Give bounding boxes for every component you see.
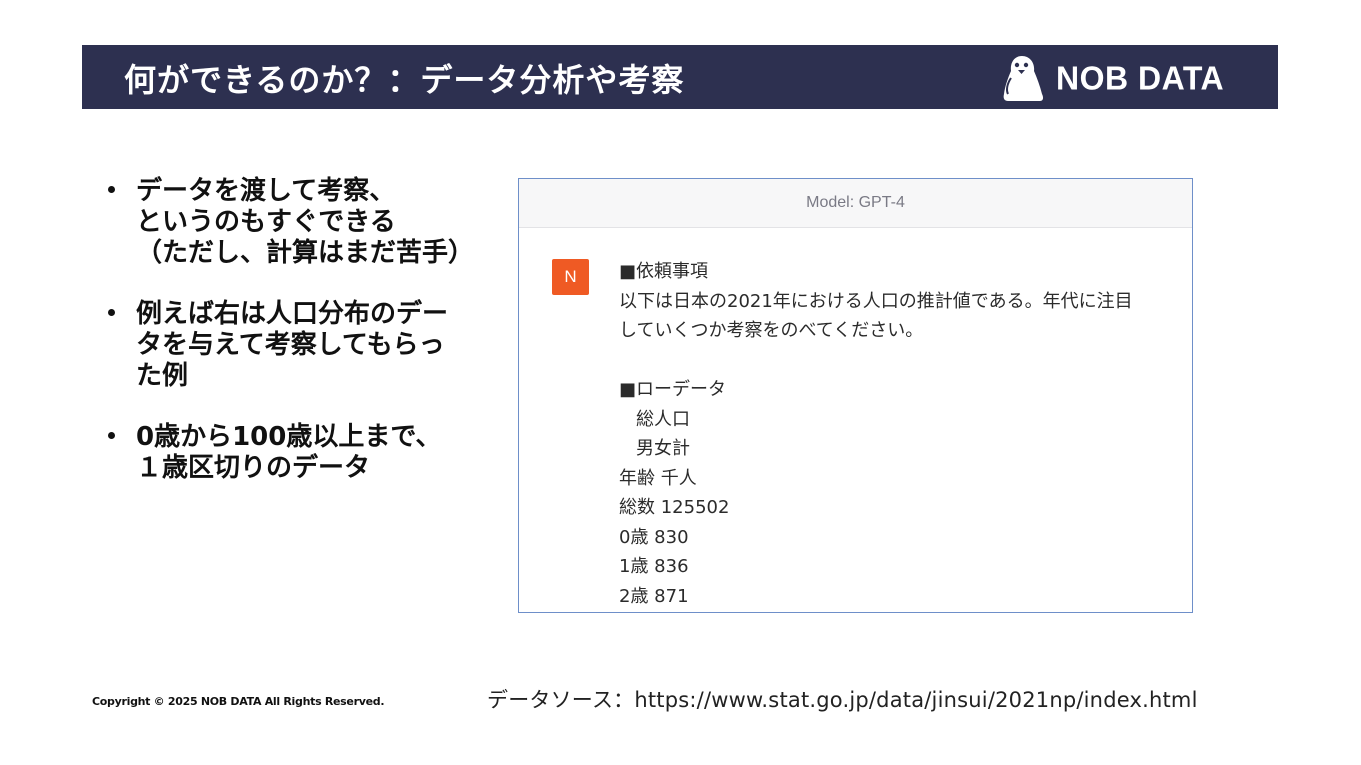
- bullet-item: 0歳から100歳以上まで、 １歳区切りのデータ: [104, 422, 504, 484]
- page-title: 何ができるのか？：データ分析や考察: [124, 61, 685, 99]
- model-label: Model: GPT-4: [519, 179, 1192, 228]
- message-line: ■ローデータ: [619, 379, 727, 400]
- message-line: 男女計: [636, 438, 690, 459]
- user-avatar: N: [552, 259, 589, 295]
- bullet-line: タを与えて考察してもらっ: [136, 330, 445, 360]
- chat-screenshot: Model: GPT-4 N ■依頼事項 以下は日本の2021年における人口の推…: [518, 178, 1193, 613]
- header-bar: 何ができるのか？：データ分析や考察 NOB DATA: [82, 45, 1278, 109]
- bullet-list: データを渡して考察、 というのもすぐできる （ただし、計算はまだ苦手） 例えば右…: [104, 176, 504, 514]
- slide: 何ができるのか？：データ分析や考察 NOB DATA データを渡して考察、 とい…: [0, 0, 1361, 765]
- brand-logo: NOB DATA: [1002, 55, 1224, 101]
- message-line: 2歳 871: [619, 585, 689, 607]
- message-line: していくつか考察をのべてください。: [619, 320, 924, 341]
- message-line: 年齢 千人: [619, 467, 697, 489]
- bullet-dot-icon: [108, 186, 115, 193]
- bullet-line: というのもすぐできる: [136, 207, 396, 237]
- penguin-logo-icon: [1003, 56, 1044, 101]
- bullet-line: データを渡して考察、: [136, 176, 396, 206]
- logo-text: NOB DATA: [1056, 58, 1225, 97]
- bullet-dot-icon: [108, 309, 115, 316]
- bullet-dot-icon: [108, 432, 115, 439]
- bullet-item: データを渡して考察、 というのもすぐできる （ただし、計算はまだ苦手）: [104, 176, 504, 269]
- message-line: 総人口: [636, 408, 690, 430]
- message-line: 1歳 836: [619, 556, 689, 577]
- bullet-line: 0歳から100歳以上まで、: [136, 422, 442, 452]
- message-line: 総数 125502: [619, 497, 730, 518]
- message-line: 0歳 830: [619, 526, 689, 548]
- message-line: 以下は日本の2021年における人口の推計値である。年代に注目: [619, 290, 1133, 312]
- bullet-line: １歳区切りのデータ: [136, 453, 371, 483]
- copyright-notice: Copyright © 2025 NOB DATA All Rights Res…: [92, 695, 385, 708]
- bullet-item: 例えば右は人口分布のデー タを与えて考察してもらっ た例: [104, 299, 504, 392]
- message-line: ■依頼事項: [619, 261, 709, 282]
- chat-message: ■依頼事項 以下は日本の2021年における人口の推計値である。年代に注目 してい…: [619, 257, 1179, 611]
- message-line: [619, 346, 1179, 376]
- bullet-line: 例えば右は人口分布のデー: [136, 299, 449, 329]
- data-source-note: データソース：https://www.stat.go.jp/data/jinsu…: [487, 688, 1198, 712]
- bullet-line: （ただし、計算はまだ苦手）: [136, 238, 475, 268]
- bullet-line: た例: [136, 361, 189, 391]
